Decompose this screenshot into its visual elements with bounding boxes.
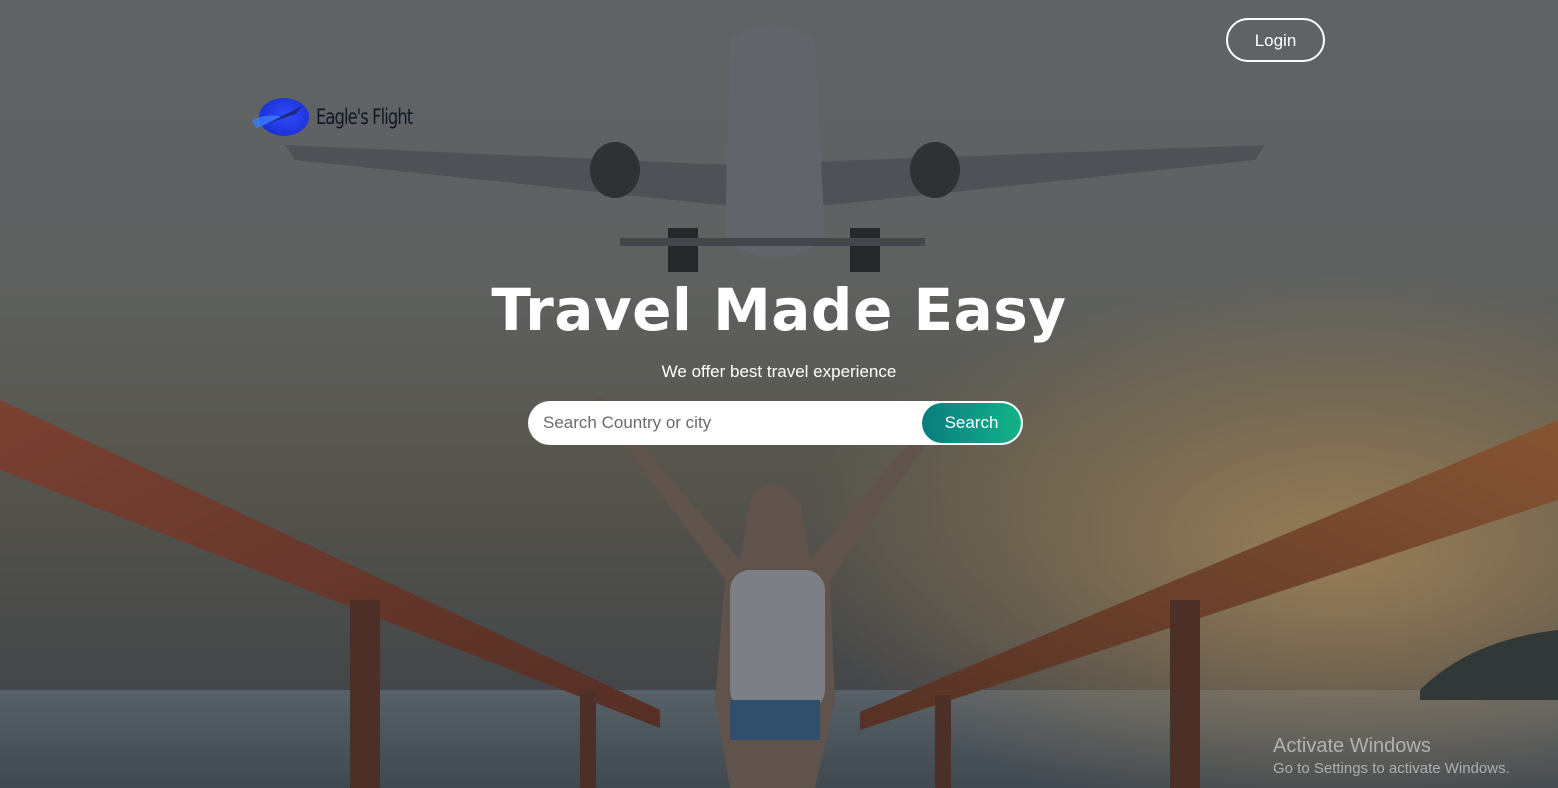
- plane-swoosh-logo-icon: [252, 98, 309, 136]
- search-button[interactable]: Search: [922, 403, 1021, 443]
- login-button[interactable]: Login: [1226, 18, 1325, 62]
- search-input[interactable]: [528, 401, 918, 445]
- search-bar: Search: [528, 401, 1023, 445]
- landing-page: Eagle's Flight Login Travel Made Easy We…: [0, 0, 1558, 788]
- dark-overlay: [0, 0, 1558, 788]
- hero-subtitle: We offer best travel experience: [661, 362, 897, 381]
- brand-logo[interactable]: Eagle's Flight: [250, 96, 439, 138]
- hero-title: Travel Made Easy: [491, 276, 1067, 344]
- brand-name: Eagle's Flight: [316, 105, 413, 129]
